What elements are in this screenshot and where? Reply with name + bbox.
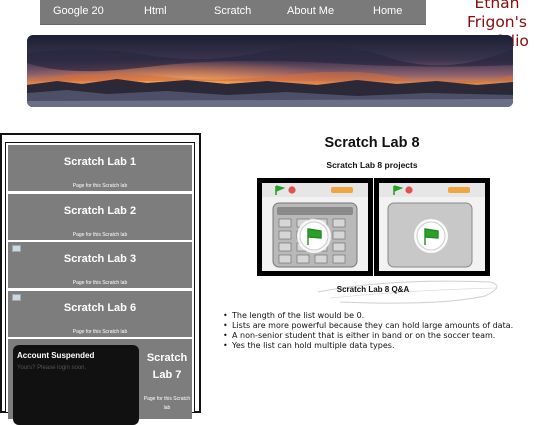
page-title: Scratch Lab 8: [324, 135, 420, 151]
list-item: • Yes the list can hold multiple data typ…: [223, 341, 395, 350]
suspended-title: Account Suspended: [17, 351, 95, 360]
card-title: Scratch Lab 3: [63, 253, 137, 265]
sunset-panorama: [27, 35, 513, 107]
card-subtitle-line2: lab: [163, 405, 171, 411]
card-title-line1: Scratch: [146, 352, 188, 364]
card-subtitle: Page for this Scratch lab: [72, 232, 128, 238]
stop-icon[interactable]: [405, 186, 413, 194]
card-title-line2: Lab 7: [152, 369, 182, 381]
card-subtitle-line1: Page for this Scratch: [143, 396, 191, 402]
site-title-line2: Frigon's: [467, 13, 527, 31]
card-subtitle: Page for this Scratch lab: [72, 183, 128, 189]
card-title: Scratch Lab 6: [63, 302, 137, 314]
stop-icon[interactable]: [288, 186, 296, 194]
site-title-line1: Ethan: [474, 0, 520, 12]
nav-home[interactable]: Home: [373, 0, 402, 24]
qa-answers-list: • The length of the list would be 0. • Lis…: [223, 311, 513, 351]
account-suspended-embed: Account Suspended Yours? Please login so…: [13, 345, 139, 425]
card-title: Scratch Lab 7: [142, 350, 192, 384]
page-subtitle: Scratch Lab 8 projects: [326, 160, 418, 170]
sidebar-card-lab7[interactable]: Account Suspended Yours? Please login so…: [8, 339, 192, 425]
sidebar-card-lab1[interactable]: Scratch Lab 1 Page for this Scratch lab: [8, 145, 192, 191]
card-title: Scratch Lab 1: [63, 156, 137, 168]
list-item: • A non-senior student that is either in …: [223, 331, 496, 340]
banner-image: [27, 35, 513, 107]
scratch-project-thumbnails: [257, 178, 490, 276]
nav-html[interactable]: Html: [144, 0, 167, 24]
sidebar-list: Scratch Lab 1 Page for this Scratch lab …: [5, 142, 195, 425]
qa-heading[interactable]: Scratch Lab 8 Q&A: [315, 285, 431, 294]
list-item: • Lists are more powerful because they ca…: [223, 321, 514, 330]
card-title: Scratch Lab 2: [63, 205, 137, 217]
suspended-subtitle: Yours? Please login soon.: [17, 365, 87, 371]
sidebar: Scratch Lab 1 Page for this Scratch lab …: [0, 133, 201, 425]
list-item: • The length of the list would be 0.: [223, 311, 365, 320]
card-subtitle: Page for this Scratch lab: [142, 395, 192, 413]
sidebar-card-lab6[interactable]: Scratch Lab 6 Page for this Scratch lab: [8, 291, 192, 337]
broken-image-icon: [12, 245, 21, 252]
scratch-projects: [257, 178, 490, 278]
nav-about-me[interactable]: About Me: [287, 0, 334, 24]
broken-image-icon: [12, 294, 21, 301]
sidebar-card-lab3[interactable]: Scratch Lab 3 Page for this Scratch lab: [8, 242, 192, 288]
top-nav: Google 20 Html Scratch About Me Home: [40, 0, 426, 25]
nav-google20[interactable]: Google 20: [53, 0, 104, 24]
scratch-project-2[interactable]: [374, 178, 490, 276]
scratch-project-1[interactable]: [257, 178, 373, 276]
nav-scratch[interactable]: Scratch: [214, 0, 251, 24]
card-subtitle: Page for this Scratch lab: [72, 329, 128, 335]
card-subtitle: Page for this Scratch lab: [72, 280, 128, 286]
sidebar-card-lab2[interactable]: Scratch Lab 2 Page for this Scratch lab: [8, 194, 192, 240]
